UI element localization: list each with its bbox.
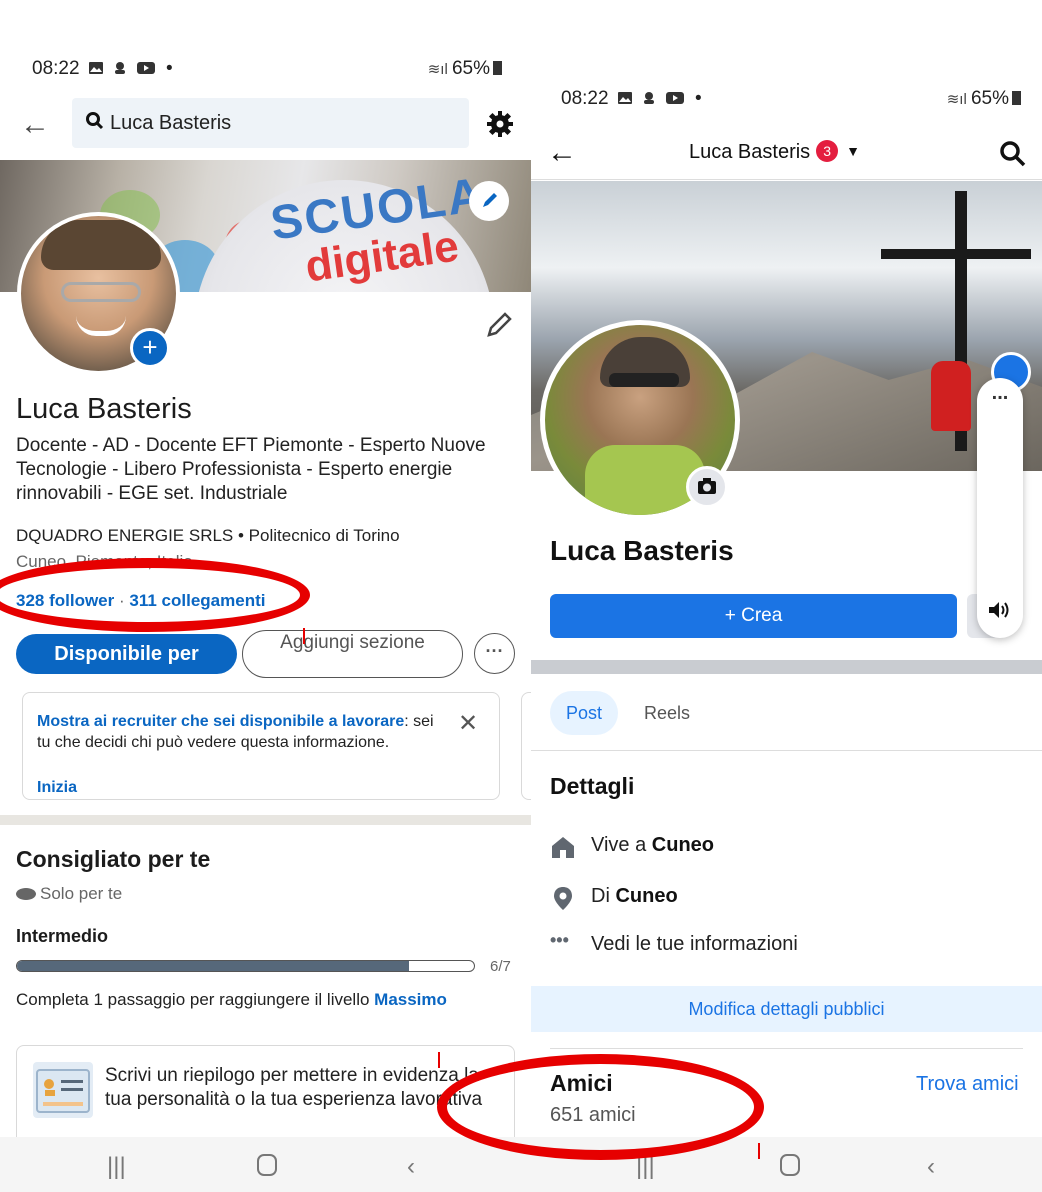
start-link[interactable]: Inizia [37, 779, 77, 797]
progress-label: 6/7 [490, 958, 511, 975]
progress-fill [17, 961, 409, 971]
open-to-work-card: Mostra ai recruiter che sei disponibile … [22, 692, 500, 800]
edit-cover-button[interactable] [469, 181, 509, 221]
friends-divider [550, 1048, 1023, 1049]
profile-switcher[interactable]: Luca Basteris 3 ▼ [689, 140, 860, 164]
complete-text: Completa 1 passaggio per raggiungere il … [16, 990, 447, 1010]
status-time: 08:22 [32, 58, 80, 79]
facebook-panel: 08:22 • ≋ıl 65% ← Luca Basteris 3 ▼ Luca… [531, 0, 1042, 1192]
house-icon [550, 834, 576, 860]
status-right: ≋ıl 65% [428, 58, 502, 80]
profile-level: Intermedio [16, 926, 109, 946]
next-card-peek [521, 692, 531, 800]
create-button[interactable]: + Crea [550, 594, 957, 638]
find-friends-link[interactable]: Trova amici [916, 1073, 1019, 1096]
close-icon[interactable]: ✕ [458, 709, 478, 738]
search-icon [86, 112, 104, 135]
tab-reels[interactable]: Reels [644, 703, 690, 724]
youtube-icon [136, 60, 156, 82]
gallery-icon [88, 60, 104, 82]
add-section-button[interactable]: Aggiungi sezione [242, 630, 463, 678]
wifi-signal-icon: ≋ıl [946, 91, 971, 108]
battery-level: 65% [451, 58, 490, 79]
battery-level: 65% [970, 88, 1009, 109]
android-nav-bar: ||| ‹ [0, 1137, 531, 1192]
back-arrow-icon[interactable]: ← [20, 108, 50, 142]
pencil-icon [483, 193, 497, 207]
home-icon[interactable] [779, 1153, 801, 1184]
details-title: Dettagli [550, 773, 635, 799]
header-title: Luca Basteris [689, 141, 811, 163]
red-cursor-mark [303, 628, 305, 644]
gallery-icon [617, 90, 633, 112]
status-bar: 08:22 • ≋ıl 65% [561, 88, 1021, 112]
edit-intro-pencil-icon[interactable] [484, 310, 514, 345]
profile-header: ← Luca Basteris 3 ▼ [531, 130, 1042, 180]
profile-name: Luca Basteris [550, 535, 734, 566]
profile-headline: Docente - AD - Docente EFT Piemonte - Es… [16, 435, 486, 504]
notification-badge: 3 [816, 140, 839, 162]
youtube-icon [665, 90, 685, 112]
red-cursor-mark [758, 1143, 760, 1159]
from-city: Cuneo [615, 885, 678, 907]
profile-name: Luca Basteris [16, 393, 192, 425]
volume-panel[interactable]: ... [977, 378, 1023, 638]
screenshot-canvas: 08:22 • ≋ıl 65% ← Luca Basteris SCUOLA d… [0, 0, 1042, 1192]
search-icon[interactable] [999, 140, 1027, 173]
status-right: ≋ıl 65% [947, 88, 1021, 110]
tab-post[interactable]: Post [550, 691, 618, 735]
location-pin-icon [550, 885, 576, 911]
home-icon[interactable] [256, 1153, 278, 1184]
open-to-work-bold[interactable]: Mostra ai recruiter che sei disponibile … [37, 713, 404, 730]
complete-text-body: Completa 1 passaggio per raggiungere il … [16, 990, 375, 1009]
add-photo-plus-icon[interactable]: + [130, 328, 170, 368]
more-actions-button[interactable]: ··· [474, 633, 515, 674]
see-info-text: Vedi le tue informazioni [591, 933, 798, 955]
lives-prefix: Vive a [591, 834, 652, 856]
lives-city: Cuneo [651, 834, 714, 856]
linkedin-panel: 08:22 • ≋ıl 65% ← Luca Basteris SCUOLA d… [0, 0, 531, 1192]
summary-document-icon [33, 1062, 93, 1118]
recommended-title: Consigliato per te [16, 846, 211, 872]
profile-progress-bar [16, 960, 475, 972]
app-notification-icon [112, 60, 128, 82]
red-annotation-oval [437, 1054, 764, 1160]
profile-work: DQUADRO ENERGIE SRLS • Politecnico di To… [16, 526, 400, 545]
complete-level: Massimo [374, 990, 447, 1009]
more-notifications-dot: • [695, 88, 702, 109]
from-prefix: Di [591, 885, 616, 907]
eye-icon [16, 888, 36, 900]
section-divider [531, 660, 1042, 674]
more-dots-icon: ••• [550, 930, 569, 950]
tabs-divider [531, 750, 1042, 751]
search-input[interactable]: Luca Basteris [72, 98, 469, 148]
red-annotation-oval [0, 558, 310, 632]
recommended-subtitle: Solo per te [16, 884, 122, 904]
open-to-button[interactable]: Disponibile per [16, 634, 237, 674]
more-notifications-dot: • [166, 58, 173, 79]
back-nav-icon[interactable]: ‹ [927, 1153, 935, 1181]
battery-icon [1012, 91, 1021, 105]
app-notification-icon [641, 90, 657, 112]
open-to-work-text: Mostra ai recruiter che sei disponibile … [37, 711, 447, 753]
search-query: Luca Basteris [110, 112, 232, 134]
dropdown-caret-icon: ▼ [846, 143, 861, 159]
recommended-subtitle-text: Solo per te [40, 884, 123, 903]
red-cursor-mark [438, 1052, 440, 1068]
status-time: 08:22 [561, 88, 609, 109]
back-arrow-icon[interactable]: ← [547, 136, 577, 170]
section-divider [0, 815, 531, 825]
edit-public-details-button[interactable]: Modifica dettagli pubblici [531, 986, 1042, 1032]
speaker-icon[interactable] [987, 600, 1011, 626]
camera-icon[interactable] [686, 466, 728, 508]
settings-gear-icon[interactable] [486, 110, 514, 143]
volume-more-icon[interactable]: ... [977, 383, 1023, 403]
status-bar: 08:22 • ≋ıl 65% [32, 58, 502, 82]
wifi-signal-icon: ≋ıl [427, 61, 452, 78]
recent-apps-icon[interactable]: ||| [107, 1153, 126, 1181]
search-header: ← Luca Basteris [0, 96, 531, 156]
back-nav-icon[interactable]: ‹ [407, 1153, 415, 1181]
battery-icon [493, 61, 502, 75]
